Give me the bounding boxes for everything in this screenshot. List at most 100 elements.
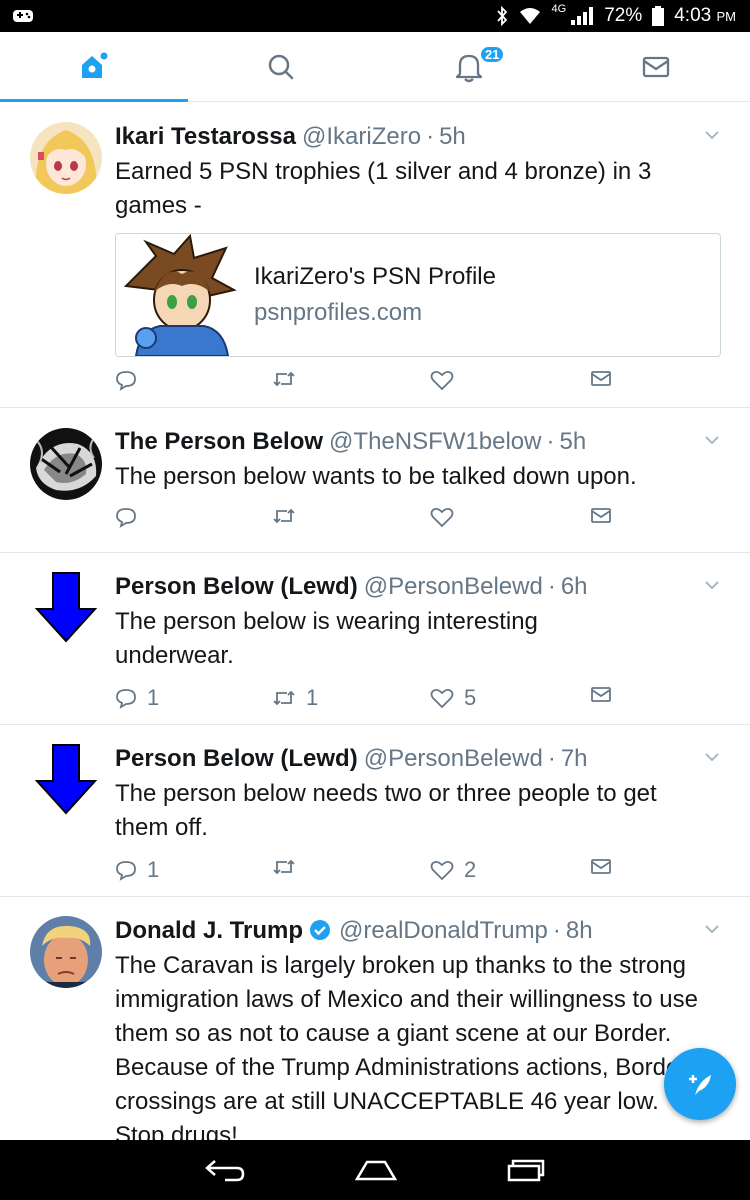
tweet-text: The person below is wearing interesting … — [115, 608, 538, 669]
reply-button[interactable]: 1 — [115, 857, 159, 883]
separator-dot: · — [547, 745, 556, 772]
envelope-icon — [591, 508, 611, 523]
tweet-handle[interactable]: @realDonaldTrump — [339, 913, 548, 949]
heart-icon — [430, 507, 454, 528]
like-button[interactable]: 2 — [430, 857, 476, 883]
retweet-icon — [273, 371, 295, 387]
compose-tweet-button[interactable] — [664, 1048, 736, 1120]
reply-button[interactable] — [115, 506, 147, 528]
tweet-text: The Caravan is largely broken up thanks … — [115, 952, 698, 1140]
tweet[interactable]: Person Below (Lewd) @PersonBelewd · 6h T… — [0, 553, 750, 725]
reply-icon — [116, 371, 136, 391]
tweet-author-name[interactable]: Person Below (Lewd) — [115, 741, 358, 777]
share-dm-button[interactable] — [590, 369, 612, 387]
retweet-button[interactable] — [272, 857, 306, 877]
reply-button[interactable]: 1 — [115, 685, 159, 711]
timeline[interactable]: Ikari Testarossa @IkariZero · 5h Earned … — [0, 103, 750, 1140]
like-button[interactable] — [430, 506, 464, 528]
separator-dot: · — [546, 428, 555, 455]
heart-icon — [430, 688, 454, 709]
tweet-handle[interactable]: @IkariZero — [302, 119, 421, 155]
avatar[interactable] — [30, 122, 102, 194]
tweet-time: 7h — [560, 745, 588, 772]
clock: 4:03 PM — [674, 5, 736, 26]
link-card[interactable]: IkariZero's PSN Profile psnprofiles.com — [115, 233, 721, 357]
bluetooth-icon — [496, 6, 507, 26]
compose-feather-icon — [689, 1075, 711, 1095]
wifi-icon — [519, 8, 540, 24]
reply-icon — [116, 689, 136, 709]
network-type: 4G — [551, 3, 567, 15]
verified-badge-icon — [310, 920, 331, 940]
recent-apps-icon[interactable] — [505, 1158, 547, 1182]
tweet-time: 5h — [559, 428, 587, 455]
like-button[interactable] — [430, 369, 464, 391]
battery-percent: 72% — [604, 5, 643, 26]
tweet-time: 6h — [560, 573, 588, 600]
envelope-icon — [591, 687, 611, 702]
game-controller-icon — [13, 10, 33, 22]
tweet-author-name[interactable]: Ikari Testarossa — [115, 119, 296, 155]
avatar[interactable] — [30, 916, 102, 988]
heart-icon — [430, 370, 454, 391]
search-icon — [269, 54, 294, 79]
retweet-button[interactable]: 1 — [272, 685, 318, 711]
back-icon[interactable] — [203, 1157, 247, 1183]
tweet[interactable]: Donald J. Trump @realDonaldTrump · 8h Th… — [0, 897, 750, 1140]
tweet-header: Person Below (Lewd) @PersonBelewd · 7h — [115, 741, 720, 777]
tab-messages[interactable] — [563, 32, 750, 101]
avatar[interactable] — [33, 741, 99, 817]
avatar[interactable] — [30, 428, 102, 500]
tweet[interactable]: Person Below (Lewd) @PersonBelewd · 7h T… — [0, 725, 750, 897]
envelope-icon — [591, 371, 611, 386]
share-dm-button[interactable] — [590, 506, 612, 524]
tweet-author-name[interactable]: Person Below (Lewd) — [115, 569, 358, 605]
tab-search[interactable] — [188, 32, 376, 101]
tweet[interactable]: The Person Below @TheNSFW1below · 5h The… — [0, 408, 750, 553]
tweet-actions — [0, 494, 720, 550]
like-count: 5 — [464, 685, 477, 710]
retweet-count: 1 — [306, 685, 319, 710]
separator-dot: · — [547, 573, 556, 600]
tweet-text: The person below needs two or three peop… — [115, 780, 657, 841]
share-dm-button[interactable] — [590, 857, 612, 875]
separator-dot: · — [426, 123, 435, 150]
retweet-button[interactable] — [272, 369, 306, 389]
tweet-text: The person below wants to be talked down… — [115, 463, 637, 490]
envelope-icon — [643, 56, 670, 77]
tweet[interactable]: Ikari Testarossa @IkariZero · 5h Earned … — [0, 103, 750, 408]
tweet-handle[interactable]: @TheNSFW1below — [329, 424, 541, 460]
retweet-button[interactable] — [272, 506, 306, 526]
status-right: 4G 72% 4:03 PM — [496, 3, 736, 27]
reply-count: 1 — [147, 857, 160, 882]
tweet-time: 8h — [565, 917, 593, 944]
reply-button[interactable] — [115, 369, 147, 391]
separator-dot: · — [552, 917, 561, 944]
avatar[interactable] — [33, 569, 99, 645]
tweet-header: Person Below (Lewd) @PersonBelewd · 6h — [115, 569, 720, 605]
battery-icon — [652, 6, 665, 26]
chevron-down-icon[interactable] — [704, 579, 720, 591]
chevron-down-icon[interactable] — [704, 434, 720, 446]
retweet-icon — [273, 690, 295, 706]
status-bar: 4G 72% 4:03 PM — [0, 0, 750, 32]
home-nav-icon[interactable] — [353, 1158, 399, 1182]
tweet-author-name[interactable]: Donald J. Trump — [115, 913, 303, 949]
tweet-author-name[interactable]: The Person Below — [115, 424, 323, 460]
chevron-down-icon[interactable] — [704, 923, 720, 935]
tab-notifications[interactable]: 21 — [375, 32, 563, 101]
like-button[interactable]: 5 — [430, 685, 476, 711]
chevron-down-icon[interactable] — [704, 129, 720, 141]
card-body: IkariZero's PSN Profile psnprofiles.com — [240, 234, 510, 356]
chevron-down-icon[interactable] — [704, 751, 720, 763]
tweet-handle[interactable]: @PersonBelewd — [364, 569, 543, 605]
top-nav: 21 — [0, 32, 750, 102]
heart-icon — [430, 860, 454, 881]
card-domain: psnprofiles.com — [254, 299, 423, 326]
tab-home[interactable] — [0, 32, 188, 102]
share-dm-button[interactable] — [590, 685, 612, 703]
card-title[interactable]: IkariZero's PSN Profile — [254, 263, 496, 291]
reply-icon — [116, 861, 136, 881]
tweet-handle[interactable]: @PersonBelewd — [364, 741, 543, 777]
signal-icon — [571, 7, 594, 25]
